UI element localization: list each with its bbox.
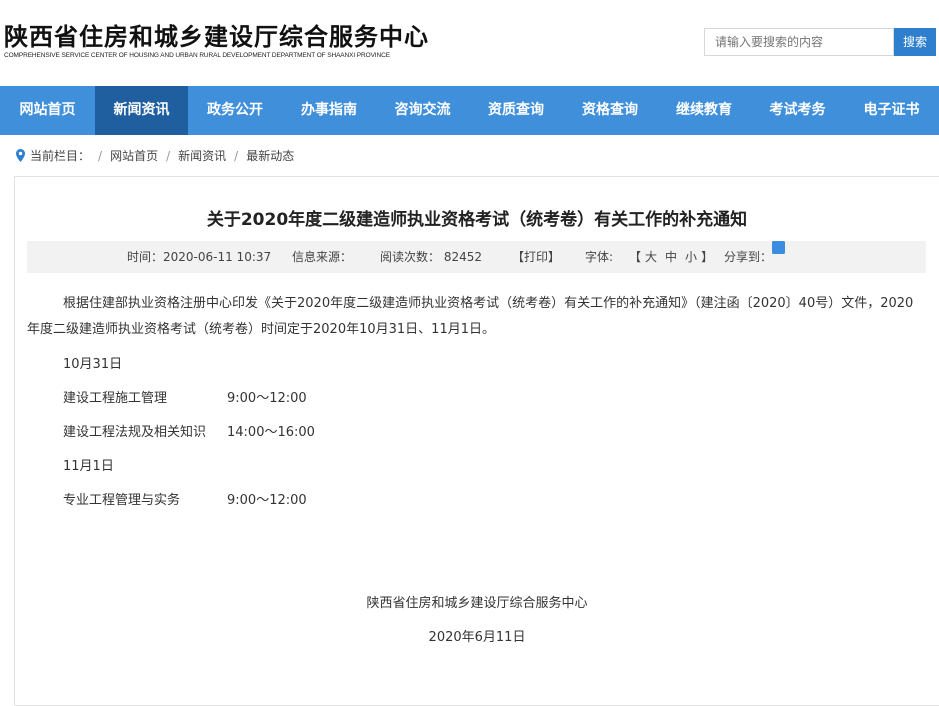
schedule-subject: 建设工程法规及相关知识 (63, 425, 207, 440)
font-small-button[interactable]: 小 (685, 250, 697, 264)
breadcrumb-label: 当前栏目： (30, 149, 91, 163)
info-source: 信息来源： (292, 250, 353, 264)
schedule-time: 9:00～12:00 (227, 391, 307, 406)
signature-date: 2020年6月11日 (428, 630, 526, 645)
article-title: 关于2020年度二级建造师执业资格考试（统考卷）有关工作的补充通知 (206, 210, 748, 230)
article-container: 关于2020年度二级建造师执业资格考试（统考卷）有关工作的补充通知 时间：202… (14, 176, 939, 706)
breadcrumb-news[interactable]: 新闻资讯 (178, 147, 226, 164)
article-paragraph: 根据住建部执业资格注册中心印发《关于2020年度二级建造师执业资格考试（统考卷）… (27, 296, 914, 337)
publish-time: 时间：2020-06-11 10:37 (127, 250, 272, 264)
bracket-close: 】 (701, 250, 714, 264)
site-title[interactable]: 陕西省住房和城乡建设厅综合服务中心 (4, 17, 429, 52)
schedule-date: 10月31日 (63, 357, 123, 372)
site-header: 陕西省住房和城乡建设厅综合服务中心 COMPREHENSIVE SERVICE … (0, 0, 939, 86)
nav-item-education[interactable]: 继续教育 (657, 86, 751, 135)
font-medium-button[interactable]: 中 (665, 250, 677, 264)
search-input[interactable] (704, 28, 894, 56)
breadcrumb-separator: / (234, 148, 239, 163)
breadcrumb: 当前栏目： / 网站首页 / 新闻资讯 / 最新动态 (16, 147, 294, 164)
breadcrumb-latest[interactable]: 最新动态 (246, 147, 294, 164)
breadcrumb-separator: / (98, 148, 103, 163)
schedule-subject: 建设工程施工管理 (63, 391, 168, 406)
print-link[interactable]: 【打印】 (512, 241, 560, 273)
nav-item-home[interactable]: 网站首页 (0, 86, 95, 135)
site-subtitle: COMPREHENSIVE SERVICE CENTER OF HOUSING … (4, 52, 390, 59)
location-icon (16, 149, 25, 162)
nav-item-news[interactable]: 新闻资讯 (95, 86, 188, 135)
read-count: 阅读次数： 82452 (380, 250, 482, 264)
breadcrumb-home[interactable]: 网站首页 (110, 147, 158, 164)
nav-item-certification[interactable]: 资格查询 (563, 86, 657, 135)
schedule-subject: 专业工程管理与实务 (63, 493, 181, 508)
article-meta-bar: 时间：2020-06-11 10:37 信息来源： 阅读次数： 82452 【打… (27, 241, 926, 273)
article-body: 根据住建部执业资格注册中心印发《关于2020年度二级建造师执业资格考试（统考卷）… (27, 291, 925, 343)
font-size-controls: 【大中小】 (629, 241, 713, 273)
search-button[interactable]: 搜索 (894, 28, 936, 56)
schedule-time: 9:00～12:00 (227, 493, 307, 508)
schedule-time: 14:00～16:00 (227, 425, 315, 440)
nav-item-guide[interactable]: 办事指南 (282, 86, 376, 135)
font-large-button[interactable]: 大 (645, 250, 657, 264)
schedule-date: 11月1日 (63, 459, 114, 474)
main-nav: 网站首页 新闻资讯 政务公开 办事指南 咨询交流 资质查询 资格查询 继续教育 … (0, 86, 939, 135)
font-size-label: 字体: (585, 250, 614, 264)
share-label: 分享到： (724, 250, 773, 264)
share-more-icon[interactable] (772, 241, 785, 254)
nav-item-e-certificate[interactable]: 电子证书 (844, 86, 939, 135)
bracket-open: 【 (629, 250, 642, 264)
nav-item-exam[interactable]: 考试考务 (751, 86, 844, 135)
nav-item-consult[interactable]: 咨询交流 (376, 86, 469, 135)
nav-item-government[interactable]: 政务公开 (188, 86, 282, 135)
breadcrumb-separator: / (166, 148, 171, 163)
nav-item-qualification[interactable]: 资质查询 (469, 86, 563, 135)
signature-org: 陕西省住房和城乡建设厅综合服务中心 (366, 596, 588, 611)
